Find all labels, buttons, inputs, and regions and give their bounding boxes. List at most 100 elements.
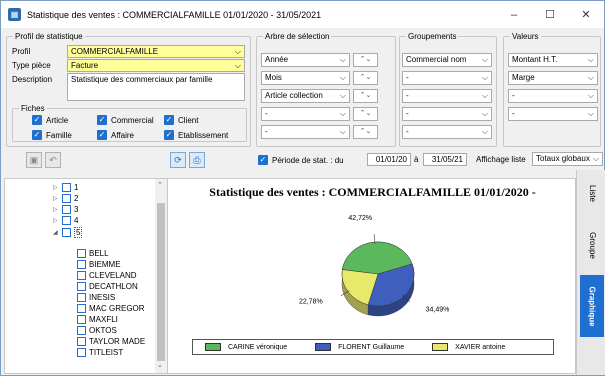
- chevron-down-icon: ⌵: [481, 127, 488, 136]
- groupement-combo-4[interactable]: - ⌵: [402, 107, 492, 121]
- valeur-combo-2[interactable]: Marge ⌵: [508, 71, 598, 85]
- side-tabs: Liste Groupe Graphique: [576, 170, 605, 375]
- groupement-combo-2[interactable]: - ⌵: [402, 71, 492, 85]
- checkmark-icon: ✓: [164, 115, 174, 125]
- profil-legend: Profil de statistique: [15, 32, 83, 41]
- arbre-legend: Arbre de sélection: [265, 32, 330, 41]
- arbre-combo-4[interactable]: - ⌵: [261, 107, 350, 121]
- tree-leaf[interactable]: DECATHLON: [77, 282, 138, 291]
- chevron-down-icon: ⌵: [587, 55, 594, 64]
- tree-leaf[interactable]: INESIS: [77, 293, 115, 302]
- tree-leaf[interactable]: CLEVELAND: [77, 271, 137, 280]
- pie-chart: 42,72% 34,49% 22,78%: [299, 215, 450, 317]
- tree-node[interactable]: ▷ 4: [53, 216, 78, 225]
- fiches-legend: Fiches: [21, 104, 45, 113]
- description-label: Description: [12, 75, 53, 84]
- period-checkbox[interactable]: ✓ Période de stat. : du: [258, 155, 344, 165]
- arbre-combo-2[interactable]: Mois ⌵: [261, 71, 350, 85]
- arbre-spin-2[interactable]: ⌃⌄: [353, 71, 378, 85]
- checkbox-affaire[interactable]: ✓ Affaire: [97, 130, 134, 140]
- chevron-down-icon: ⌵: [481, 91, 488, 100]
- checkbox-commercial[interactable]: ✓ Commercial: [97, 115, 154, 125]
- type-piece-value: Facture: [71, 61, 99, 70]
- arbre-spin-3[interactable]: ⌃⌄: [353, 89, 378, 103]
- affichage-label: Affichage liste: [476, 155, 526, 164]
- tree-leaf[interactable]: TITLEIST: [77, 348, 123, 357]
- period-to-input[interactable]: 31/05/21: [423, 153, 467, 166]
- period-sep: à: [414, 155, 419, 164]
- profil-label: Profil: [12, 47, 31, 56]
- valeur-combo-3[interactable]: - ⌵: [508, 89, 598, 103]
- tree-leaf[interactable]: MAC GREGOR: [77, 304, 145, 313]
- undo-button[interactable]: ↶: [45, 152, 61, 168]
- chevron-down-icon: ⌵: [481, 55, 488, 64]
- folder-icon: [62, 194, 71, 203]
- minimize-button[interactable]: –: [496, 1, 532, 28]
- legend-swatch: [315, 343, 332, 351]
- scroll-down-icon[interactable]: ⌄: [157, 361, 163, 369]
- type-piece-label: Type pièce: [12, 61, 51, 70]
- tree-node[interactable]: ▷ 2: [53, 194, 78, 203]
- valeur-combo-1[interactable]: Montant H.T. ⌵: [508, 53, 598, 67]
- app-icon: ▦: [8, 8, 21, 21]
- chevron-down-icon: ⌵: [339, 73, 346, 82]
- checkbox-client[interactable]: ✓ Client: [164, 115, 198, 125]
- item-icon: [77, 260, 86, 269]
- valeur-combo-4[interactable]: - ⌵: [508, 107, 598, 121]
- groupements-legend: Groupements: [408, 32, 457, 41]
- arbre-spin-1[interactable]: ⌃⌄: [353, 53, 378, 67]
- affichage-select[interactable]: Totaux globaux ⌵: [532, 152, 603, 166]
- checkmark-icon: ✓: [32, 130, 42, 140]
- tree-leaf[interactable]: TAYLOR MADE: [77, 337, 145, 346]
- pie-data-label: 34,49%: [426, 306, 450, 313]
- item-icon: [77, 326, 86, 335]
- type-piece-select[interactable]: Facture ⌵: [67, 59, 245, 72]
- checkmark-icon: ✓: [97, 115, 107, 125]
- arbre-combo-5[interactable]: - ⌵: [261, 125, 350, 139]
- arbre-spin-4[interactable]: ⌃⌄: [353, 107, 378, 121]
- scroll-up-icon[interactable]: ⌃: [157, 181, 163, 189]
- item-icon: [77, 282, 86, 291]
- tree-leaf[interactable]: MAXFLI: [77, 315, 118, 324]
- scroll-thumb[interactable]: [157, 203, 165, 361]
- tab-graphique[interactable]: Graphique: [580, 275, 604, 337]
- folder-icon: [62, 228, 71, 237]
- tab-liste[interactable]: Liste: [580, 178, 604, 208]
- folder-icon: [62, 205, 71, 214]
- groupement-combo-1[interactable]: Commercial nom ⌵: [402, 53, 492, 67]
- item-icon: [77, 337, 86, 346]
- save-button[interactable]: ▣: [26, 152, 42, 168]
- chevron-down-icon: ⌵: [234, 47, 241, 56]
- chevron-down-icon: ⌵: [587, 91, 594, 100]
- groupement-combo-3[interactable]: - ⌵: [402, 89, 492, 103]
- refresh-button[interactable]: ⟳: [170, 152, 186, 168]
- checkbox-etablissement[interactable]: ✓ Etablissement: [164, 130, 228, 140]
- tree-leaf[interactable]: BIEMME: [77, 260, 121, 269]
- tab-groupe[interactable]: Groupe: [580, 225, 604, 265]
- groupement-combo-5[interactable]: - ⌵: [402, 125, 492, 139]
- arbre-combo-1[interactable]: Année ⌵: [261, 53, 350, 67]
- profil-select[interactable]: COMMERCIALFAMILLE ⌵: [67, 45, 245, 58]
- period-from-input[interactable]: 01/01/20: [367, 153, 411, 166]
- tree-node[interactable]: ▷ 1: [53, 183, 78, 192]
- chart-legend: CARINE véronique FLORENT Guillaume XAVIE…: [192, 339, 554, 355]
- tree-leaf[interactable]: BELL: [77, 249, 109, 258]
- arbre-combo-3[interactable]: Article collection ⌵: [261, 89, 350, 103]
- pie-data-label: 42,72%: [348, 215, 372, 222]
- print-button[interactable]: ⎙: [189, 152, 205, 168]
- expand-icon: ▷: [53, 185, 58, 191]
- tree-panel: ▷ 1 ▷ 2 ▷ 3 ▷ 4 ◢ 5 BELL BIEMME CLEVELAND DEC…: [4, 178, 167, 374]
- arbre-spin-5[interactable]: ⌃⌄: [353, 125, 378, 139]
- description-field[interactable]: Statistique des commerciaux par famille: [67, 73, 245, 101]
- window-title: Statistique des ventes : COMMERCIALFAMIL…: [27, 9, 322, 20]
- maximize-button[interactable]: ☐: [532, 1, 568, 28]
- tree-scrollbar[interactable]: ⌃ ⌄: [155, 179, 167, 373]
- expand-icon: ▷: [53, 196, 58, 202]
- tree-leaf[interactable]: OKTOS: [77, 326, 117, 335]
- checkbox-article[interactable]: ✓ Article: [32, 115, 68, 125]
- tree-node-selected[interactable]: ◢ 5: [53, 227, 83, 238]
- item-icon: [77, 348, 86, 357]
- close-button[interactable]: ✕: [568, 1, 604, 28]
- tree-node[interactable]: ▷ 3: [53, 205, 78, 214]
- checkbox-famille[interactable]: ✓ Famille: [32, 130, 72, 140]
